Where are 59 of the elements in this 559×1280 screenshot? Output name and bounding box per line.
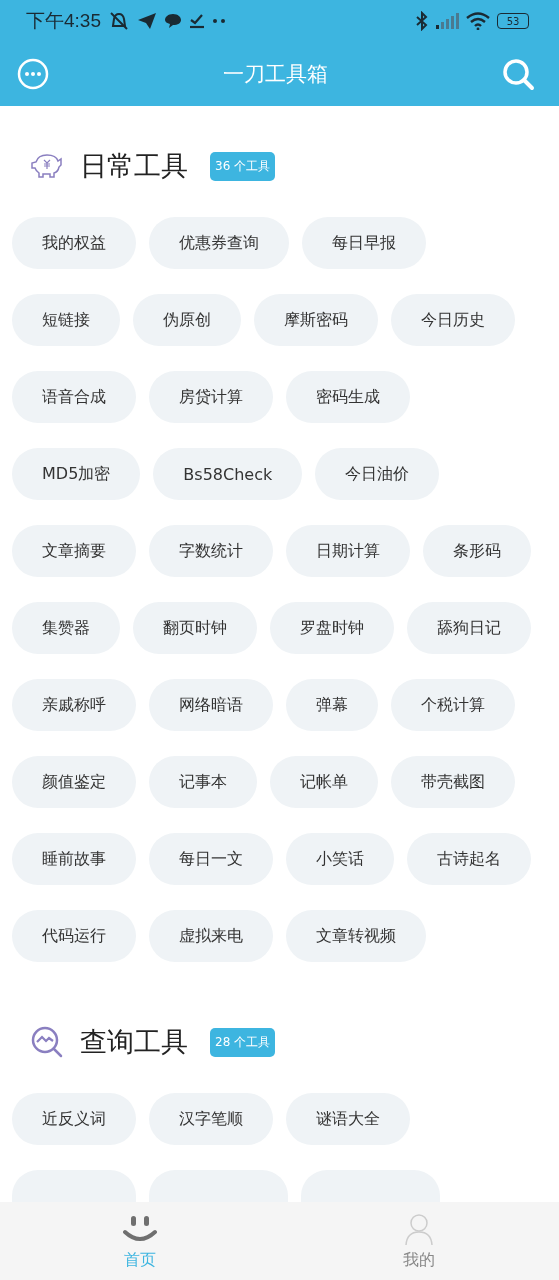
more-dots-icon — [212, 18, 226, 24]
tool-count-badge: 28 个工具 — [210, 1027, 276, 1057]
signal-icon — [435, 13, 459, 29]
tool-chip[interactable]: 颜值鉴定 — [12, 756, 136, 808]
tool-chip[interactable]: 每日早报 — [302, 217, 426, 269]
status-time: 下午4:35 — [26, 9, 101, 33]
tool-chip[interactable]: 短链接 — [12, 294, 120, 346]
more-icon[interactable] — [17, 58, 49, 90]
tool-chip[interactable]: 字数统计 — [149, 525, 273, 577]
tool-chip[interactable]: 带壳截图 — [391, 756, 515, 808]
tool-chip[interactable]: 亲戚称呼 — [12, 679, 136, 731]
tool-chip[interactable]: 优惠券查询 — [149, 217, 289, 269]
section-title: 日常工具 — [80, 149, 188, 183]
app-title: 一刀工具箱 — [222, 61, 328, 88]
tool-chip[interactable]: 谜语大全 — [286, 1093, 410, 1145]
tool-chip[interactable]: 今日油价 — [315, 448, 440, 500]
tool-chip[interactable]: 我的权益 — [12, 217, 136, 269]
piggy-bank-icon — [30, 152, 64, 180]
send-icon — [137, 12, 157, 30]
person-icon — [403, 1211, 436, 1246]
tool-count-badge: 36 个工具 — [210, 151, 276, 181]
tool-chip[interactable]: 记帐单 — [270, 756, 378, 808]
tool-chip[interactable]: 睡前故事 — [12, 833, 136, 885]
tool-chip[interactable]: 文章摘要 — [12, 525, 136, 577]
tool-chip[interactable]: 房贷计算 — [149, 371, 273, 423]
tool-chip[interactable]: 个税计算 — [391, 679, 515, 731]
tool-chip[interactable]: 古诗起名 — [407, 833, 531, 885]
search-icon[interactable] — [501, 57, 535, 91]
wifi-icon — [466, 12, 490, 30]
tool-chip[interactable]: 摩斯密码 — [254, 294, 378, 346]
tool-chip[interactable]: 近反义词 — [12, 1093, 136, 1145]
section-title: 查询工具 — [80, 1025, 188, 1059]
tool-chip[interactable]: 集赞器 — [12, 602, 120, 654]
tool-chip[interactable]: 网络暗语 — [149, 679, 273, 731]
tool-chip[interactable]: 舔狗日记 — [407, 602, 531, 654]
tool-chip[interactable]: MD5加密 — [12, 448, 141, 500]
tool-chip[interactable]: 弹幕 — [286, 679, 378, 731]
tool-chip[interactable]: 小笑话 — [286, 833, 394, 885]
tool-chip[interactable]: 今日历史 — [391, 294, 515, 346]
battery-icon: 53 — [497, 13, 529, 29]
tool-chip[interactable]: Bs58Check — [153, 448, 303, 500]
tool-chip[interactable]: 密码生成 — [286, 371, 410, 423]
tool-chip[interactable]: 语音合成 — [12, 371, 136, 423]
tool-chip[interactable]: 文章转视频 — [286, 910, 426, 962]
tool-chip[interactable]: 罗盘时钟 — [270, 602, 394, 654]
bluetooth-icon — [416, 11, 428, 31]
muted-bell-icon — [108, 11, 130, 31]
tool-chip[interactable]: 日期计算 — [286, 525, 410, 577]
chat-bubble-icon — [164, 13, 182, 29]
tool-chip[interactable]: 每日一文 — [149, 833, 273, 885]
tool-chip[interactable]: 翻页时钟 — [133, 602, 257, 654]
tool-chip[interactable]: 伪原创 — [133, 294, 241, 346]
tool-chip[interactable]: 条形码 — [423, 525, 531, 577]
tool-chip[interactable]: 代码运行 — [12, 910, 136, 962]
tool-chip[interactable]: 记事本 — [149, 756, 257, 808]
tool-chip[interactable]: 虚拟来电 — [149, 910, 273, 962]
tool-chip[interactable]: 汉字笔顺 — [149, 1093, 273, 1145]
search-chart-icon — [30, 1025, 64, 1059]
download-done-icon — [189, 13, 205, 29]
